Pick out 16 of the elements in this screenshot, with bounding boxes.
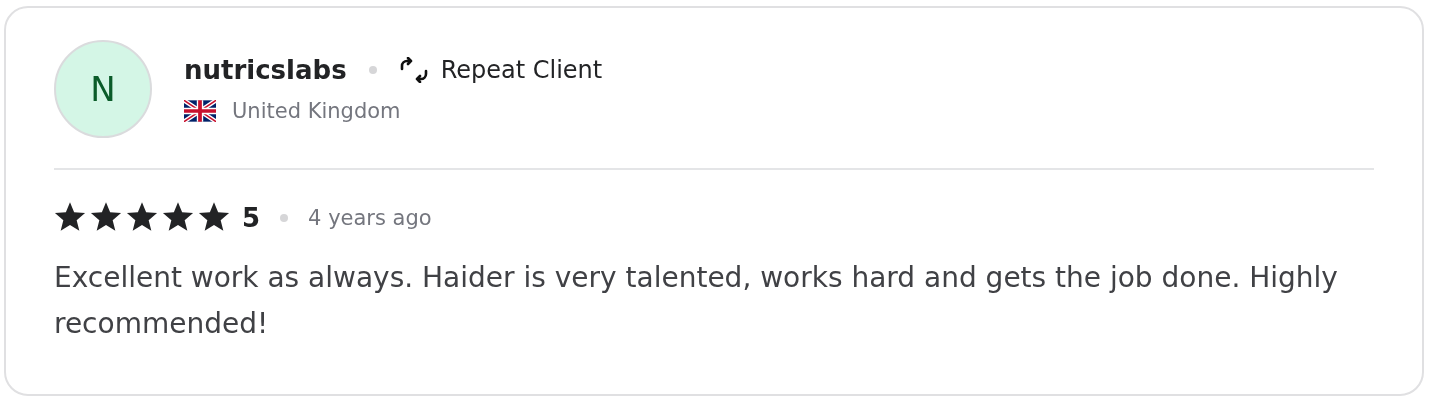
star-icon xyxy=(162,202,194,233)
review-text: Excellent work as always. Haider is very talented, works hard and gets the job done. Highly recommended! xyxy=(54,260,1339,342)
separator-dot xyxy=(368,66,377,74)
repeat-client-label: Repeat Client xyxy=(440,56,603,84)
review-time: 4 years ago xyxy=(308,205,432,230)
separator-dot xyxy=(280,213,289,222)
country: United Kingdom xyxy=(232,99,401,123)
rating-value: 5 xyxy=(242,202,261,233)
username: nutricslabs xyxy=(184,55,347,85)
star-icon xyxy=(90,202,122,233)
flag-icon xyxy=(184,100,216,122)
avatar: N xyxy=(54,40,152,138)
repeat-icon xyxy=(398,57,429,83)
star-icon xyxy=(198,202,230,233)
star-icon xyxy=(54,202,86,233)
star-icon xyxy=(126,202,158,233)
